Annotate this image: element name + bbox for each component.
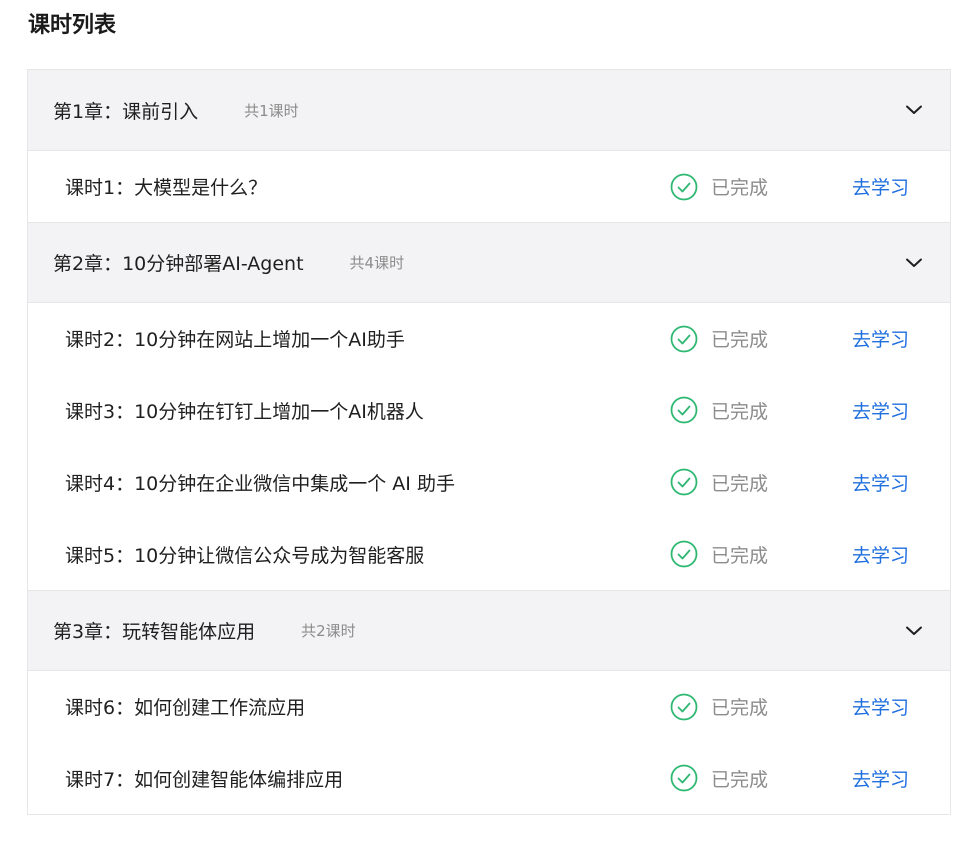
lesson-row[interactable]: 课时2：10分钟在网站上增加一个AI助手 已完成 去学习: [28, 302, 950, 374]
lesson-row[interactable]: 课时1：大模型是什么？ 已完成 去学习: [28, 150, 950, 222]
chapter-lesson-count: 共4课时: [349, 254, 405, 272]
go-learn-link[interactable]: 去学习: [852, 325, 909, 352]
check-circle-icon: [670, 693, 698, 721]
status: 已完成: [670, 764, 852, 792]
check-circle-icon: [670, 396, 698, 424]
go-learn-link[interactable]: 去学习: [852, 397, 909, 424]
lesson-title: 课时2：10分钟在网站上增加一个AI助手: [65, 329, 405, 351]
chapter-header[interactable]: 第2章：10分钟部署AI-Agent 共4课时: [28, 222, 950, 302]
lesson-row[interactable]: 课时7：如何创建智能体编排应用 已完成 去学习: [28, 742, 950, 814]
check-circle-icon: [670, 764, 698, 792]
status-text: 已完成: [711, 177, 769, 199]
chapter-title: 第3章：玩转智能体应用: [53, 621, 256, 643]
status-text: 已完成: [711, 544, 769, 567]
lesson-group: 课时2：10分钟在网站上增加一个AI助手 已完成 去学习 课时3：10分钟在钉钉…: [28, 302, 950, 590]
go-learn-link[interactable]: 去学习: [852, 173, 909, 200]
go-learn-link[interactable]: 去学习: [852, 693, 909, 720]
lesson-title: 课时3：10分钟在钉钉上增加一个AI机器人: [65, 400, 424, 423]
lesson-row[interactable]: 课时6：如何创建工作流应用 已完成 去学习: [28, 670, 950, 742]
status: 已完成: [670, 540, 852, 568]
chevron-down-icon[interactable]: [904, 100, 924, 120]
lesson-group: 课时1：大模型是什么？ 已完成 去学习: [28, 150, 950, 222]
status-text: 已完成: [711, 697, 769, 719]
chapter-lesson-count: 共1课时: [244, 101, 299, 120]
lesson-title: 课时4：10分钟在企业微信中集成一个 AI 助手: [65, 472, 455, 495]
chapter-title: 第2章：10分钟部署AI-Agent: [53, 253, 304, 275]
check-circle-icon: [670, 468, 698, 496]
check-circle-icon: [670, 325, 698, 353]
lesson-group: 课时6：如何创建工作流应用 已完成 去学习 课时7：如何创建智能体编排应用 已完…: [28, 670, 950, 814]
status: 已完成: [670, 693, 852, 721]
chapter-1: 第1章：课前引入 共1课时 课时1：大模型是什么？ 已完成 去学习: [28, 70, 950, 222]
chevron-down-icon[interactable]: [904, 621, 924, 641]
page-title: 课时列表: [28, 13, 117, 38]
lesson-row[interactable]: 课时5：10分钟让微信公众号成为智能客服 已完成 去学习: [28, 518, 950, 590]
lesson-title: 课时6：如何创建工作流应用: [65, 697, 306, 719]
chapter-title: 第1章：课前引入: [53, 100, 199, 123]
status: 已完成: [670, 173, 852, 201]
go-learn-link[interactable]: 去学习: [852, 765, 909, 792]
lesson-row[interactable]: 课时4：10分钟在企业微信中集成一个 AI 助手 已完成 去学习: [28, 446, 950, 518]
chapter-lesson-count: 共2课时: [301, 622, 356, 640]
status-text: 已完成: [711, 329, 769, 351]
chapter-3: 第3章：玩转智能体应用 共2课时 课时6：如何创建工作流应用 已完成 去学习 课…: [28, 590, 950, 814]
status: 已完成: [670, 468, 852, 496]
status-text: 已完成: [711, 768, 769, 791]
lesson-title: 课时5：10分钟让微信公众号成为智能客服: [65, 544, 425, 567]
check-circle-icon: [670, 173, 698, 201]
lesson-row[interactable]: 课时3：10分钟在钉钉上增加一个AI机器人 已完成 去学习: [28, 374, 950, 446]
lesson-title: 课时1：大模型是什么？: [65, 177, 268, 199]
chapter-header[interactable]: 第1章：课前引入 共1课时: [28, 70, 950, 150]
status: 已完成: [670, 325, 852, 353]
chapter-header[interactable]: 第3章：玩转智能体应用 共2课时: [28, 590, 950, 670]
status-text: 已完成: [711, 400, 769, 423]
chapter-2: 第2章：10分钟部署AI-Agent 共4课时 课时2：10分钟在网站上增加一个…: [28, 222, 950, 590]
status: 已完成: [670, 396, 852, 424]
lesson-list: 第1章：课前引入 共1课时 课时1：大模型是什么？ 已完成 去学习 第2章：10…: [27, 69, 951, 815]
chevron-down-icon[interactable]: [904, 253, 924, 273]
check-circle-icon: [670, 540, 698, 568]
status-text: 已完成: [711, 472, 769, 495]
go-learn-link[interactable]: 去学习: [852, 469, 909, 496]
go-learn-link[interactable]: 去学习: [852, 541, 909, 568]
lesson-title: 课时7：如何创建智能体编排应用: [65, 768, 344, 791]
